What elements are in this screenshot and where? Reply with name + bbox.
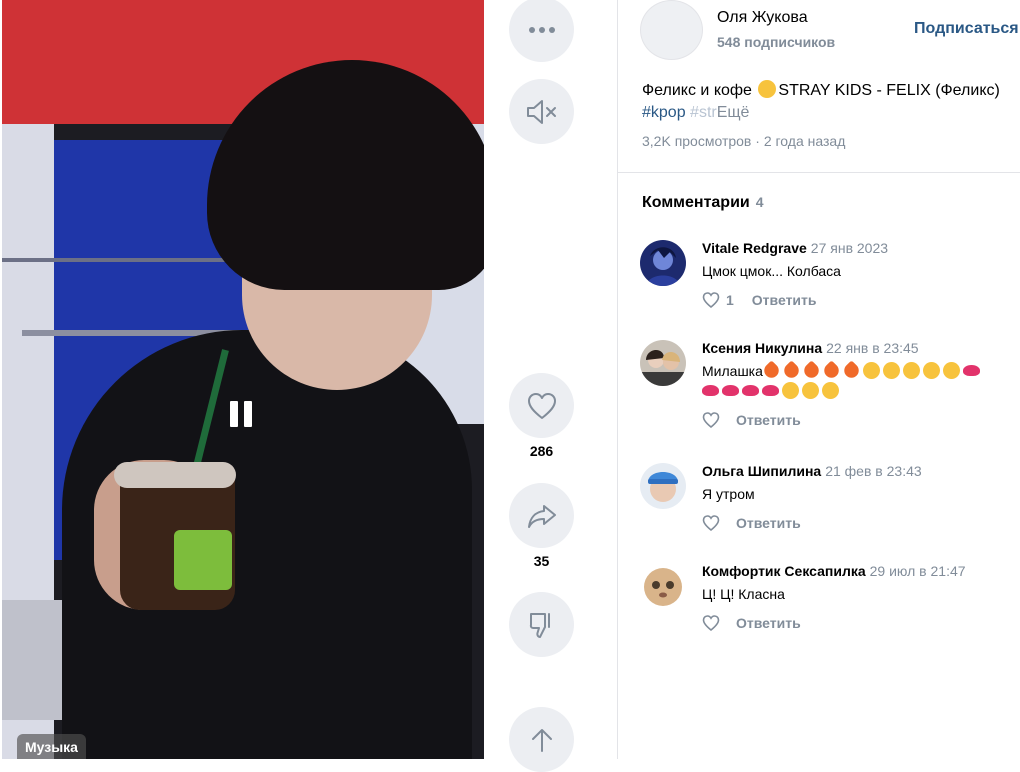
orange-heart-emoji-icon	[801, 360, 822, 381]
comment-header: Комфортик Сексапилка 29 июл в 21:47	[702, 563, 1020, 581]
scroll-up-button[interactable]	[509, 707, 574, 772]
video-tags: #kpop #strЕщё	[642, 104, 749, 122]
comment-header: Ольга Шипилина 21 фев в 23:43	[702, 463, 1020, 481]
music-tag[interactable]: Музыка	[17, 734, 86, 759]
post-time: 2 года назад	[763, 133, 846, 149]
comment-author[interactable]: Ольга Шипилина	[702, 463, 821, 479]
like-button[interactable]	[509, 373, 574, 438]
show-more-link[interactable]: Ещё	[717, 104, 750, 121]
comment-actions: Ответить	[702, 614, 1020, 632]
comment-body: Комфортик Сексапилка 29 июл в 21:47 Ц! Ц!…	[702, 563, 1020, 632]
comment-likes: 1	[726, 292, 734, 308]
dislike-icon	[529, 612, 550, 638]
comment-author[interactable]: Vitale Redgrave	[702, 240, 807, 256]
orange-heart-emoji-icon	[781, 360, 802, 381]
heart-icon	[527, 392, 556, 419]
orange-heart-emoji-icon	[761, 360, 782, 381]
orange-heart-emoji-icon	[821, 360, 842, 381]
shares-count: 35	[533, 553, 550, 569]
smiling-hearts-emoji-icon	[942, 362, 960, 379]
kiss-mark-emoji-icon	[742, 385, 759, 396]
comment-header: Vitale Redgrave 27 янв 2023	[702, 240, 1020, 258]
comment-date[interactable]: 29 июл в 21:47	[870, 563, 966, 579]
smiling-hearts-emoji-icon	[902, 362, 920, 379]
video-title-text-2: STRAY KIDS - FELIX (Феликс)	[778, 82, 1000, 99]
smiling-hearts-emoji-icon	[922, 362, 940, 379]
heart-icon[interactable]	[702, 614, 720, 632]
comment-body: Vitale Redgrave 27 янв 2023 Цмок цмок... …	[702, 240, 1020, 309]
more-icon	[528, 26, 555, 33]
dislike-button[interactable]	[509, 592, 574, 657]
comment-text: Я утром	[702, 486, 755, 502]
meta-separator: ·	[755, 133, 760, 149]
section-divider	[618, 172, 1020, 173]
video-frame-cup-lid	[114, 462, 236, 488]
mute-button[interactable]	[509, 79, 574, 144]
comment-text-block: Милашка	[702, 360, 1020, 401]
avatar[interactable]	[640, 563, 686, 609]
blowing-kiss-emoji-icon	[802, 382, 819, 399]
panel-divider	[617, 0, 618, 759]
blowing-kiss-emoji-icon	[822, 382, 839, 399]
author-name[interactable]: Оля Жукова	[717, 9, 808, 27]
mute-icon	[526, 99, 556, 124]
orange-heart-emoji-icon	[841, 360, 862, 381]
tag-link[interactable]: #kpop	[642, 104, 686, 121]
share-button[interactable]	[509, 483, 574, 548]
comment-actions: 1 Ответить	[702, 291, 1020, 309]
comment-body: Ксения Никулина 22 янв в 23:45 Милашка От…	[702, 340, 1020, 429]
author-avatar[interactable]	[640, 0, 703, 60]
kiss-mark-emoji-icon	[702, 385, 719, 396]
likes-count: 286	[529, 443, 554, 459]
kiss-mark-emoji-icon	[762, 385, 779, 396]
author-subscribers: 548 подписчиков	[717, 34, 836, 50]
comment-author[interactable]: Ксения Никулина	[702, 340, 822, 356]
comment-date[interactable]: 22 янв в 23:45	[826, 340, 918, 356]
comments-count: 4	[755, 194, 764, 210]
comment-actions: Ответить	[702, 514, 1020, 532]
tag-link-faded[interactable]: #str	[690, 104, 717, 121]
avatar[interactable]	[640, 240, 686, 286]
video-frame-cup-label	[174, 530, 232, 590]
heart-icon[interactable]	[702, 514, 720, 532]
kiss-mark-emoji-icon	[962, 365, 980, 376]
comments-heading: Комментарии 4	[642, 194, 764, 212]
avatar[interactable]	[640, 463, 686, 509]
views-count: 3,2K просмотров	[642, 133, 752, 149]
reply-button[interactable]: Ответить	[752, 292, 817, 308]
heart-icon[interactable]	[702, 411, 720, 429]
video-title-text: Феликс и кофе	[642, 82, 752, 99]
reply-button[interactable]: Ответить	[736, 412, 801, 428]
video-title: Феликс и кофе STRAY KIDS - FELIX (Феликс…	[642, 80, 1020, 100]
heart-icon[interactable]	[702, 291, 720, 309]
comment-body: Ольга Шипилина 21 фев в 23:43 Я утром Отв…	[702, 463, 1020, 532]
comment-actions: Ответить	[702, 411, 1020, 429]
arrow-up-icon	[531, 728, 552, 752]
comment-text: Цмок цмок... Колбаса	[702, 263, 841, 279]
avatar[interactable]	[640, 340, 686, 386]
video-frame-bag	[2, 600, 62, 720]
smiling-hearts-emoji-icon	[882, 362, 900, 379]
more-button[interactable]	[509, 0, 574, 62]
kiss-mark-emoji-icon	[722, 385, 739, 396]
comment-header: Ксения Никулина 22 янв в 23:45	[702, 340, 1020, 358]
share-icon	[527, 504, 556, 528]
reply-button[interactable]: Ответить	[736, 515, 801, 531]
subscribe-button[interactable]: Подписаться	[914, 20, 1019, 38]
video-player[interactable]: Музыка	[2, 0, 484, 759]
blowing-kiss-emoji-icon	[782, 382, 799, 399]
comment-text: Ц! Ц! Класна	[702, 586, 785, 602]
comment-text: Милашка	[702, 363, 763, 379]
pause-icon[interactable]	[230, 401, 252, 427]
comment-date[interactable]: 21 фев в 23:43	[825, 463, 921, 479]
smiling-hearts-emoji-icon	[862, 362, 880, 379]
reply-button[interactable]: Ответить	[736, 615, 801, 631]
comment-author[interactable]: Комфортик Сексапилка	[702, 563, 866, 579]
video-meta: 3,2K просмотров · 2 года назад	[642, 133, 845, 149]
laughing-emoji-icon	[758, 80, 777, 98]
comments-title: Комментарии	[642, 194, 750, 211]
comment-date[interactable]: 27 янв 2023	[811, 240, 888, 256]
